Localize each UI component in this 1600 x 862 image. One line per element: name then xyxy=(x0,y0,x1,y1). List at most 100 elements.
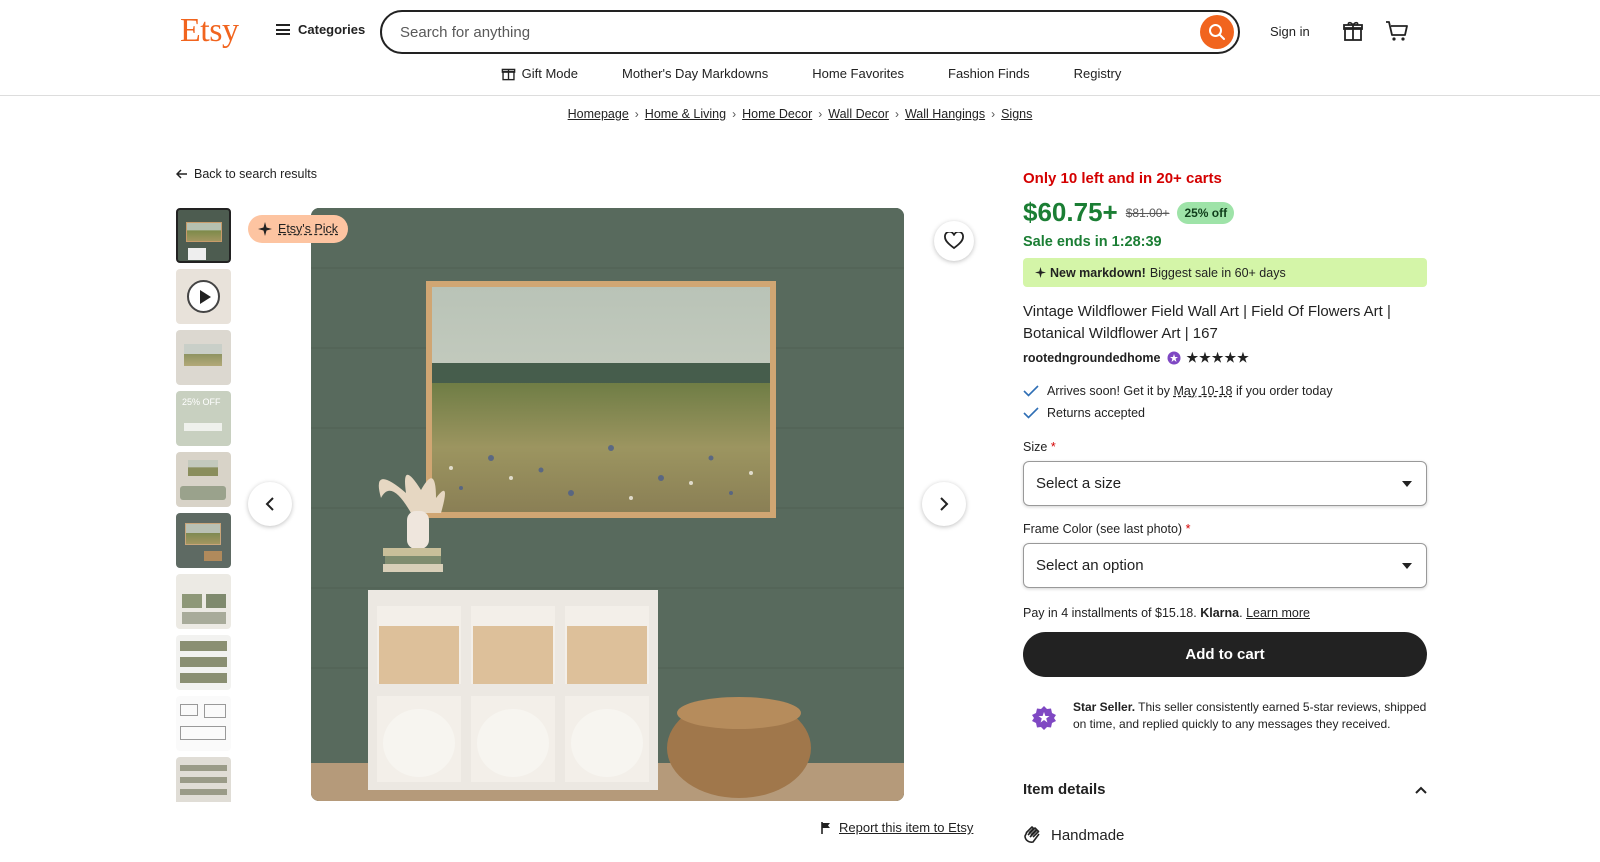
thumbnail-8[interactable] xyxy=(176,635,231,690)
previous-image-button[interactable] xyxy=(248,482,292,526)
frame-color-select[interactable]: Select an option xyxy=(1023,543,1427,588)
check-icon xyxy=(1023,407,1039,419)
seller-name[interactable]: rootedngroundedhome xyxy=(1023,351,1161,365)
play-icon xyxy=(187,280,220,313)
arrival-info: Arrives soon! Get it by May 10-18 if you… xyxy=(1023,380,1427,402)
cart-icon[interactable] xyxy=(1385,20,1409,45)
thumbnail-video[interactable] xyxy=(176,269,231,324)
breadcrumb-homepage[interactable]: Homepage xyxy=(568,107,629,121)
categories-button[interactable]: Categories xyxy=(276,22,365,37)
thumbnail-5[interactable] xyxy=(176,452,231,507)
star-seller-badge-icon xyxy=(1032,706,1056,730)
flag-icon xyxy=(821,821,830,834)
shipping-info: Arrives soon! Get it by May 10-18 if you… xyxy=(1023,380,1427,424)
chevron-left-icon xyxy=(265,497,274,511)
breadcrumb-signs[interactable]: Signs xyxy=(1001,107,1032,121)
hamburger-icon xyxy=(276,24,290,35)
sale-price: $60.75+ xyxy=(1023,197,1118,227)
arrives-suffix: if you order today xyxy=(1236,384,1333,398)
star-seller-bold: Star Seller. xyxy=(1073,700,1136,714)
gift-icon[interactable] xyxy=(1342,20,1364,45)
breadcrumb-home-decor[interactable]: Home Decor xyxy=(742,107,812,121)
star-seller-info: Star Seller. This seller consistently ea… xyxy=(1023,699,1427,733)
star-seller-description: Star Seller. This seller consistently ea… xyxy=(1073,699,1427,733)
chevron-up-icon xyxy=(1415,786,1427,794)
back-to-results-link[interactable]: Back to search results xyxy=(176,167,317,181)
frame-select-value: Select an option xyxy=(1036,557,1144,574)
hand-icon xyxy=(1024,826,1040,843)
markdown-bold: New markdown! xyxy=(1050,265,1146,280)
nav-home-favorites[interactable]: Home Favorites xyxy=(812,66,904,81)
nav-mothers-day[interactable]: Mother's Day Markdowns xyxy=(622,66,768,81)
product-info: Only 10 left and in 20+ carts $60.75+ $8… xyxy=(1023,170,1427,844)
back-label: Back to search results xyxy=(194,167,317,181)
breadcrumb-home-living[interactable]: Home & Living xyxy=(645,107,726,121)
sparkle-icon xyxy=(1035,267,1046,278)
search-button[interactable] xyxy=(1200,15,1234,49)
frame-label: Frame Color (see last photo) * xyxy=(1023,522,1427,536)
check-icon xyxy=(1023,385,1039,397)
required-mark: * xyxy=(1050,440,1056,454)
nav-registry[interactable]: Registry xyxy=(1074,66,1122,81)
heart-icon xyxy=(944,232,964,250)
sale-countdown: Sale ends in 1:28:39 xyxy=(1023,234,1162,250)
nav-label: Gift Mode xyxy=(521,66,578,81)
klarna-text: Pay in 4 installments of $15.18. xyxy=(1023,606,1197,620)
item-details-toggle[interactable]: Item details xyxy=(1023,781,1427,798)
thumbnail-1[interactable] xyxy=(176,208,231,263)
markdown-text: Biggest sale in 60+ days xyxy=(1149,265,1286,280)
nav-gift-mode[interactable]: Gift Mode xyxy=(501,66,578,81)
report-link[interactable]: Report this item to Etsy xyxy=(839,820,973,835)
arrives-prefix: Arrives soon! Get it by xyxy=(1047,384,1170,398)
price-row: $60.75+ $81.00+ 25% off xyxy=(1023,197,1427,228)
required-mark: * xyxy=(1185,522,1191,536)
frame-label-text: Frame Color (see last photo) xyxy=(1023,522,1183,536)
product-main-image[interactable] xyxy=(311,208,904,801)
klarna-learn-more[interactable]: Learn more xyxy=(1246,606,1310,620)
thumbnail-6[interactable] xyxy=(176,513,231,568)
caret-down-icon xyxy=(1402,562,1412,569)
sign-in-link[interactable]: Sign in xyxy=(1270,24,1310,39)
etsy-logo[interactable]: Etsy xyxy=(180,12,239,50)
klarna-brand: Klarna xyxy=(1200,606,1240,620)
chevron-right-icon: › xyxy=(991,107,996,121)
chevron-right-icon: › xyxy=(732,107,737,121)
size-select[interactable]: Select a size xyxy=(1023,461,1427,506)
arrival-date[interactable]: May 10-18 xyxy=(1173,384,1232,398)
favorite-button[interactable] xyxy=(934,221,974,261)
search-bar xyxy=(380,10,1240,54)
search-icon xyxy=(1209,24,1225,40)
header: Etsy Categories Sign in xyxy=(0,0,1600,96)
chevron-right-icon: › xyxy=(894,107,899,121)
search-input[interactable] xyxy=(400,23,1200,41)
breadcrumb-wall-hangings[interactable]: Wall Hangings xyxy=(905,107,985,121)
discount-badge: 25% off xyxy=(1177,201,1235,224)
thumbnail-9[interactable] xyxy=(176,696,231,751)
nav-fashion-finds[interactable]: Fashion Finds xyxy=(948,66,1030,81)
rating-stars[interactable]: ★★★★★ xyxy=(1187,350,1250,366)
categories-label: Categories xyxy=(298,22,366,37)
markdown-banner: New markdown! Biggest sale in 60+ days xyxy=(1023,258,1427,287)
thumbnail-strip: 25% OFF xyxy=(176,208,232,802)
stock-alert: Only 10 left and in 20+ carts xyxy=(1023,170,1222,187)
klarna-info: Pay in 4 installments of $15.18. Klarna.… xyxy=(1023,606,1310,620)
product-title: Vintage Wildflower Field Wall Art | Fiel… xyxy=(1023,303,1391,342)
product-photo xyxy=(311,208,904,801)
etsys-pick-badge[interactable]: Etsy's Pick xyxy=(248,215,349,243)
breadcrumb: Homepage › Home & Living › Home Decor › … xyxy=(0,107,1600,121)
gift-icon xyxy=(501,68,515,81)
star-seller-icon xyxy=(1167,351,1180,365)
next-image-button[interactable] xyxy=(922,482,966,526)
caret-down-icon xyxy=(1402,480,1412,487)
breadcrumb-wall-decor[interactable]: Wall Decor xyxy=(828,107,889,121)
handmade-label: Handmade xyxy=(1051,826,1125,844)
thumbnail-3[interactable] xyxy=(176,330,231,385)
thumbnail-4[interactable]: 25% OFF xyxy=(176,391,231,446)
size-label: Size * xyxy=(1023,440,1427,454)
add-to-cart-button[interactable]: Add to cart xyxy=(1023,632,1427,677)
thumbnail-10[interactable] xyxy=(176,757,231,802)
size-label-text: Size xyxy=(1023,440,1048,454)
thumbnail-7[interactable] xyxy=(176,574,231,629)
report-item[interactable]: Report this item to Etsy xyxy=(821,820,973,835)
chevron-right-icon: › xyxy=(818,107,823,121)
